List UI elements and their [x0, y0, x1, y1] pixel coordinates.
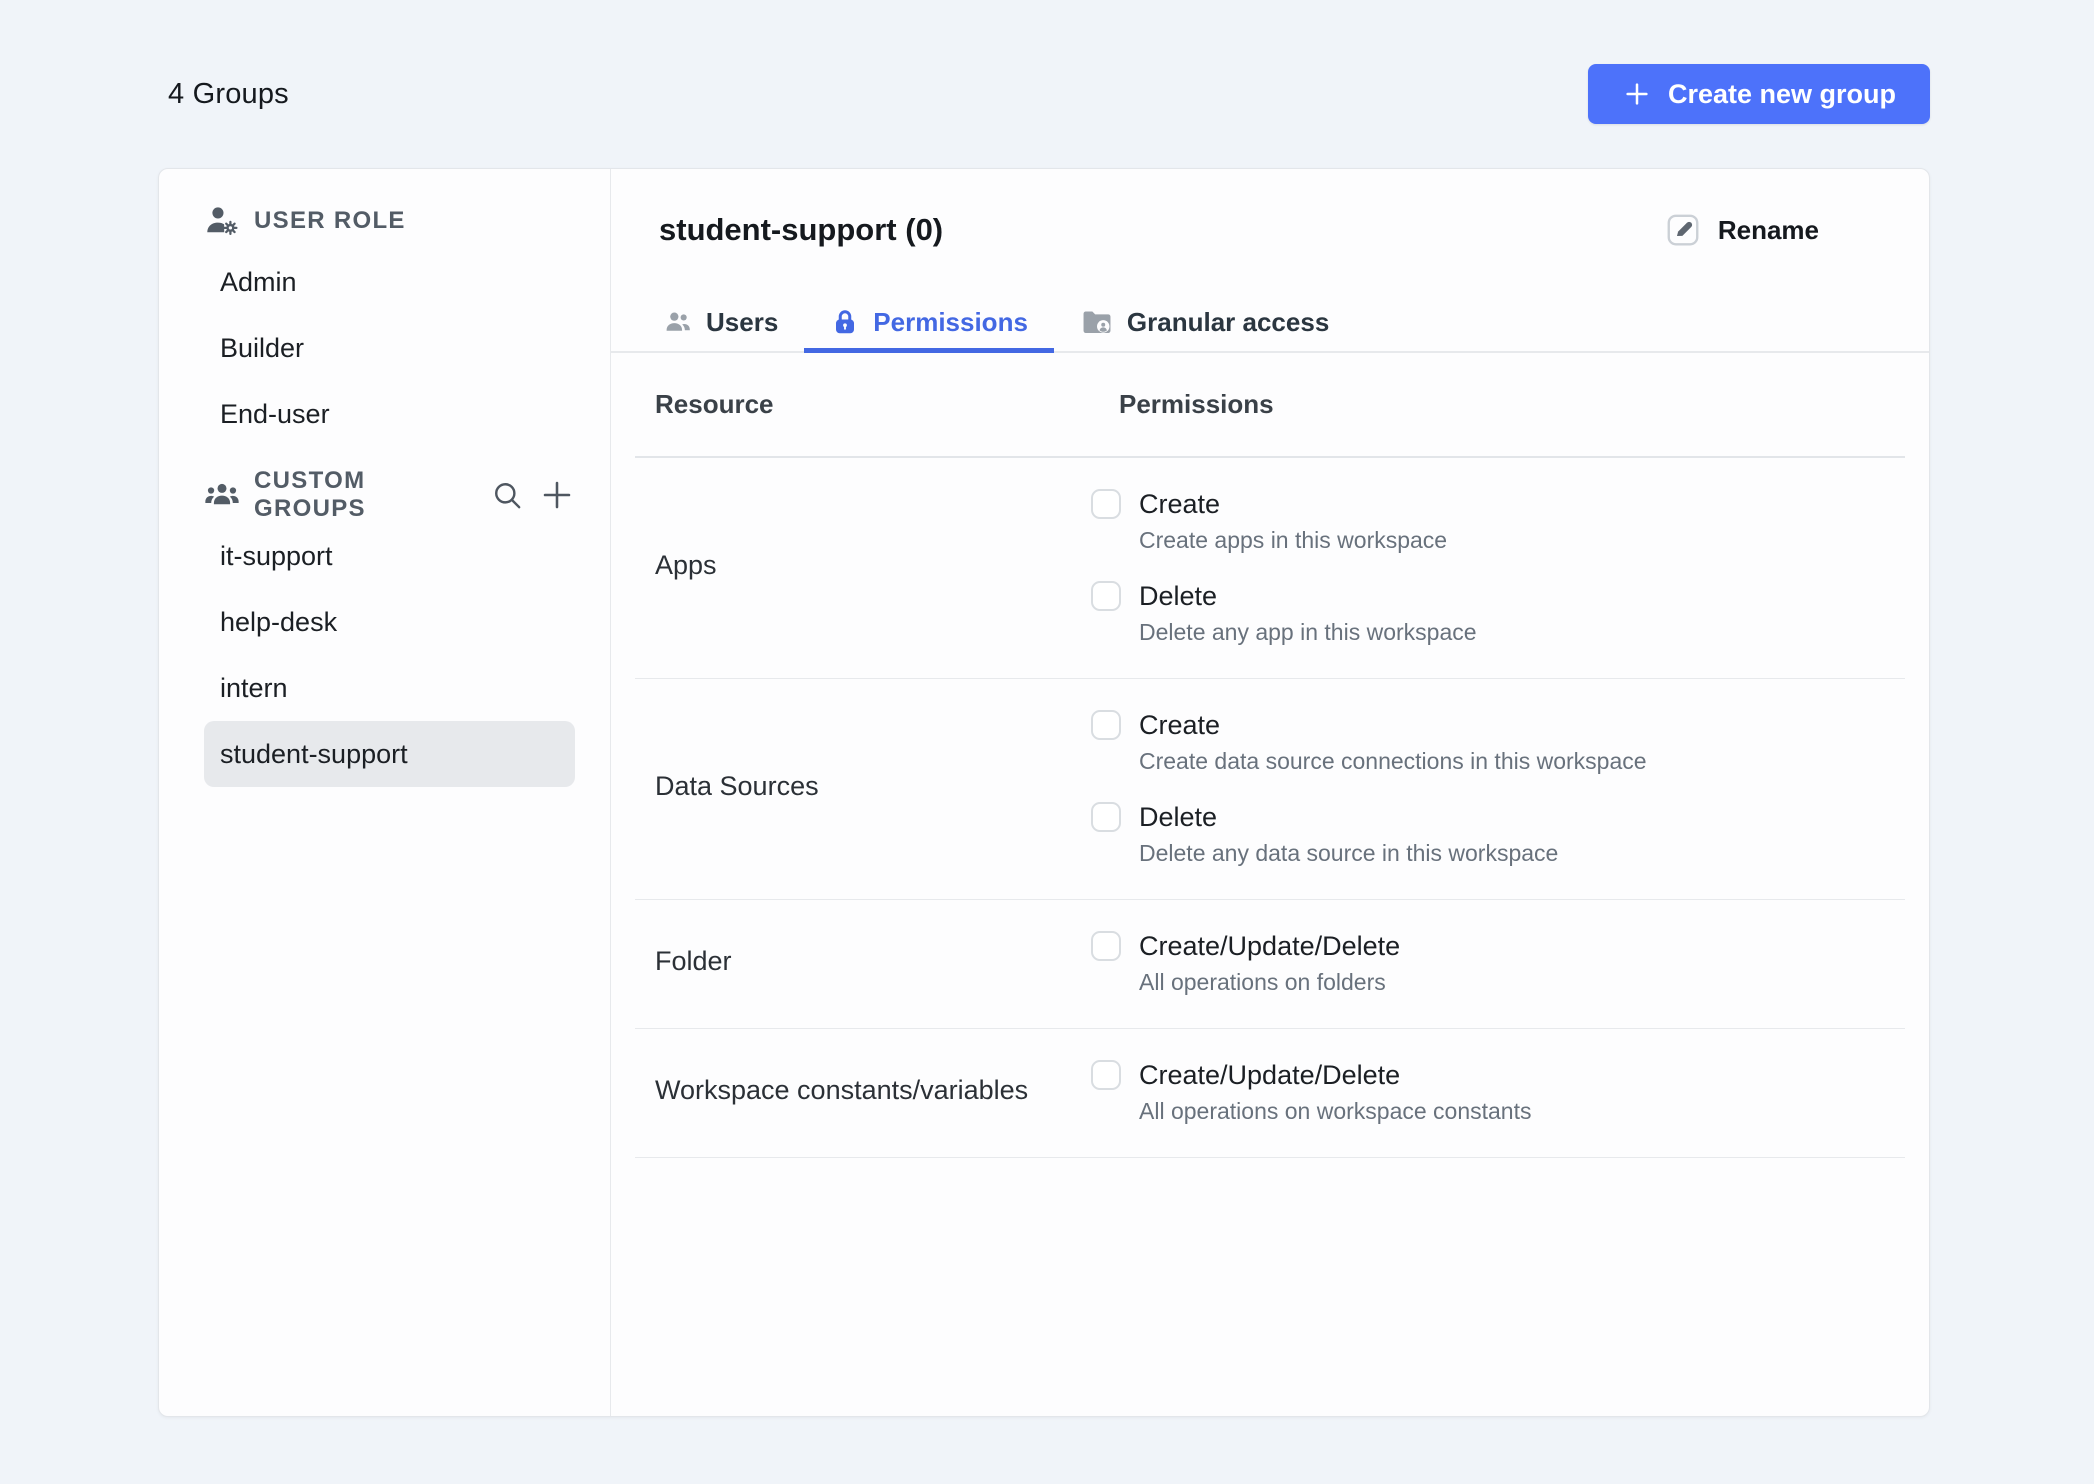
workspace-constants-cud-checkbox[interactable] [1091, 1060, 1121, 1090]
column-header-resource: Resource [655, 389, 774, 419]
lock-icon [830, 307, 860, 337]
sidebar-item-end-user[interactable]: End-user [204, 381, 575, 447]
sidebar-item-label: help-desk [220, 606, 338, 637]
resource-label: Folder [655, 945, 732, 976]
tab-label: Permissions [873, 306, 1028, 337]
folder-user-icon [1080, 305, 1114, 339]
table-row-apps: Apps Create Create apps in this workspac… [635, 458, 1905, 679]
sidebar-item-builder[interactable]: Builder [204, 315, 575, 381]
permission-description: Create apps in this workspace [1139, 527, 1448, 553]
sidebar-item-it-support[interactable]: it-support [204, 523, 575, 589]
resource-label: Data Sources [655, 770, 819, 801]
permission-label: Delete [1139, 581, 1218, 611]
sidebar-item-label: intern [220, 672, 288, 703]
plus-icon [1622, 79, 1652, 109]
permission-label: Create [1139, 710, 1221, 740]
search-groups-button[interactable] [489, 475, 525, 515]
create-new-group-label: Create new group [1667, 78, 1896, 109]
resource-label: Apps [655, 549, 717, 580]
table-row-folder: Folder Create/Update/Delete All operatio… [635, 900, 1905, 1029]
tab-label: Granular access [1126, 306, 1330, 337]
group-detail-panel: student-support (0) Rename Users Permiss… [611, 169, 1929, 1416]
tab-granular-access[interactable]: Granular access [1054, 293, 1355, 351]
create-new-group-button[interactable]: Create new group [1587, 64, 1930, 124]
sidebar-item-label: Builder [220, 332, 305, 363]
users-icon [204, 477, 240, 513]
table-row-data-sources: Data Sources Create Create data source c… [635, 679, 1905, 900]
group-title: student-support (0) [659, 212, 944, 247]
edit-icon [1664, 211, 1702, 249]
sidebar-item-help-desk[interactable]: help-desk [204, 589, 575, 655]
custom-groups-section-header: CUSTOM GROUPS [204, 467, 575, 522]
column-header-permissions: Permissions [1119, 389, 1274, 419]
resource-label: Workspace constants/variables [655, 1074, 1029, 1105]
permission-label: Create/Update/Delete [1139, 1060, 1401, 1090]
apps-delete-checkbox[interactable] [1091, 581, 1121, 611]
person-gear-icon [204, 203, 240, 239]
data-sources-delete-checkbox[interactable] [1091, 802, 1121, 832]
add-group-button[interactable] [539, 475, 575, 515]
sidebar-item-label: student-support [220, 738, 408, 769]
groups-sidebar: USER ROLE Admin Builder End-user CUSTOM … [159, 169, 611, 1416]
sidebar-item-admin[interactable]: Admin [204, 249, 575, 315]
permission-label: Create/Update/Delete [1139, 931, 1401, 961]
group-tabs: Users Permissions Granular access [611, 293, 1929, 353]
permission-description: All operations on workspace constants [1139, 1098, 1532, 1124]
tab-label: Users [706, 306, 779, 337]
permission-item: Delete Delete any app in this workspace [1091, 580, 1905, 646]
top-bar: 4 Groups Create new group [168, 64, 1930, 124]
user-role-section-title: USER ROLE [254, 207, 406, 234]
group-detail-header: student-support (0) Rename [659, 211, 1819, 249]
permission-item: Create Create apps in this workspace [1091, 488, 1905, 554]
folder-cud-checkbox[interactable] [1091, 931, 1121, 961]
rename-label: Rename [1717, 214, 1819, 245]
tab-permissions[interactable]: Permissions [804, 293, 1054, 353]
page-title: 4 Groups [168, 77, 289, 110]
permission-label: Delete [1139, 802, 1218, 832]
sidebar-item-label: End-user [220, 398, 330, 429]
custom-groups-list: it-support help-desk intern student-supp… [204, 523, 575, 787]
permission-description: Delete any app in this workspace [1139, 619, 1477, 645]
user-role-section-header: USER ROLE [204, 201, 575, 241]
search-icon [490, 478, 524, 512]
groups-card: USER ROLE Admin Builder End-user CUSTOM … [158, 168, 1930, 1417]
rename-button[interactable]: Rename [1664, 211, 1819, 249]
permission-item: Create Create data source connections in… [1091, 709, 1905, 775]
permission-item: Create/Update/Delete All operations on w… [1091, 1059, 1905, 1125]
sidebar-item-label: it-support [220, 540, 333, 571]
apps-create-checkbox[interactable] [1091, 489, 1121, 519]
tab-users[interactable]: Users [635, 293, 804, 351]
sidebar-item-intern[interactable]: intern [204, 655, 575, 721]
user-role-list: Admin Builder End-user [204, 249, 575, 447]
permission-item: Delete Delete any data source in this wo… [1091, 801, 1905, 867]
data-sources-create-checkbox[interactable] [1091, 710, 1121, 740]
permission-description: Create data source connections in this w… [1139, 748, 1647, 774]
table-header: Resource Permissions [635, 353, 1905, 458]
permission-description: Delete any data source in this workspace [1139, 840, 1559, 866]
users-icon [661, 306, 693, 338]
custom-groups-section-title: CUSTOM GROUPS [254, 467, 366, 522]
table-row-workspace-constants: Workspace constants/variables Create/Upd… [635, 1029, 1905, 1158]
sidebar-item-student-support[interactable]: student-support [204, 721, 575, 787]
permission-item: Create/Update/Delete All operations on f… [1091, 930, 1905, 996]
add-group-icon [539, 477, 575, 513]
permissions-table: Resource Permissions Apps Create Create … [635, 353, 1905, 1158]
sidebar-item-label: Admin [220, 266, 297, 297]
permission-label: Create [1139, 489, 1221, 519]
permission-description: All operations on folders [1139, 969, 1386, 995]
